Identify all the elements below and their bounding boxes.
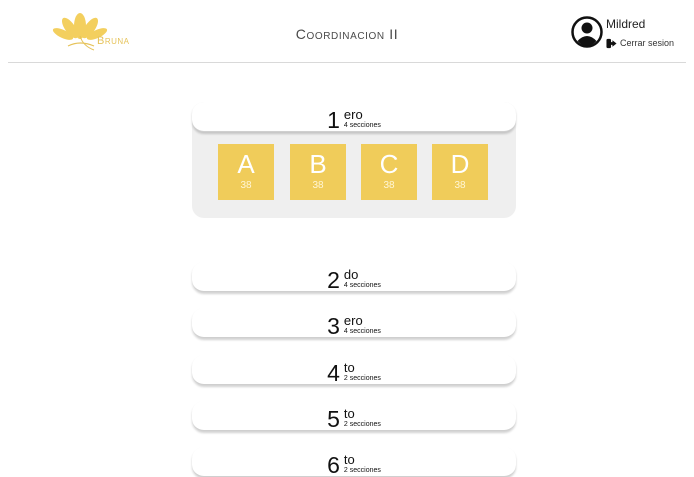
user-panel: Mildred Cerrar sesion	[571, 14, 689, 54]
grade-number: 5	[327, 406, 340, 432]
page: Bruna Coordinacion II Mildred Cerrar ses…	[0, 0, 694, 477]
grade-number: 1	[327, 107, 340, 133]
grade-item-4[interactable]: 4 to 2 secciones	[192, 355, 516, 385]
header: Bruna Coordinacion II Mildred Cerrar ses…	[0, 0, 694, 62]
section-letter: D	[450, 149, 470, 179]
section-tile-c[interactable]: C 38	[361, 144, 417, 200]
grade-suffix: do	[343, 267, 359, 282]
section-student-count: 38	[240, 180, 252, 191]
grade-sections-count: 4 secciones	[343, 282, 381, 289]
grade-item-1[interactable]: 1 ero 4 secciones	[192, 102, 516, 132]
grade-sections-count: 4 secciones	[343, 122, 381, 129]
section-tile-d[interactable]: D 38	[432, 144, 488, 200]
section-tile-b[interactable]: B 38	[290, 144, 346, 200]
grade-number: 4	[327, 360, 340, 386]
sign-out-icon	[606, 38, 617, 48]
section-student-count: 38	[383, 180, 395, 191]
grade-suffix: ero	[343, 107, 363, 122]
grade-item-5[interactable]: 5 to 2 secciones	[192, 401, 516, 431]
logout-label: Cerrar sesion	[620, 38, 675, 48]
grade-number: 6	[327, 452, 340, 477]
grade-item-6[interactable]: 6 to 2 secciones	[192, 447, 516, 477]
section-letter: C	[379, 149, 399, 179]
grade-suffix: to	[343, 360, 355, 375]
grade-sections-count: 2 secciones	[343, 375, 381, 382]
section-letter: B	[309, 149, 327, 179]
grade-sections-count: 2 secciones	[343, 421, 381, 428]
section-letter: A	[237, 149, 255, 179]
user-avatar-icon[interactable]	[571, 16, 603, 48]
grade-number: 2	[327, 267, 340, 293]
section-tile-a[interactable]: A 38	[218, 144, 274, 200]
header-divider	[8, 62, 686, 63]
user-name: Mildred	[606, 17, 646, 31]
section-student-count: 38	[312, 180, 324, 191]
section-student-count: 38	[454, 180, 466, 191]
grade-item-2[interactable]: 2 do 4 secciones	[192, 262, 516, 292]
grade-suffix: ero	[343, 313, 363, 328]
grade-item-3[interactable]: 3 ero 4 secciones	[192, 308, 516, 338]
grade-number: 3	[327, 313, 340, 339]
grade-sections-count: 2 secciones	[343, 467, 381, 474]
grade-sections-count: 4 secciones	[343, 328, 381, 335]
logout-button[interactable]: Cerrar sesion	[606, 36, 674, 50]
grade-suffix: to	[343, 452, 355, 467]
grade-suffix: to	[343, 406, 355, 421]
